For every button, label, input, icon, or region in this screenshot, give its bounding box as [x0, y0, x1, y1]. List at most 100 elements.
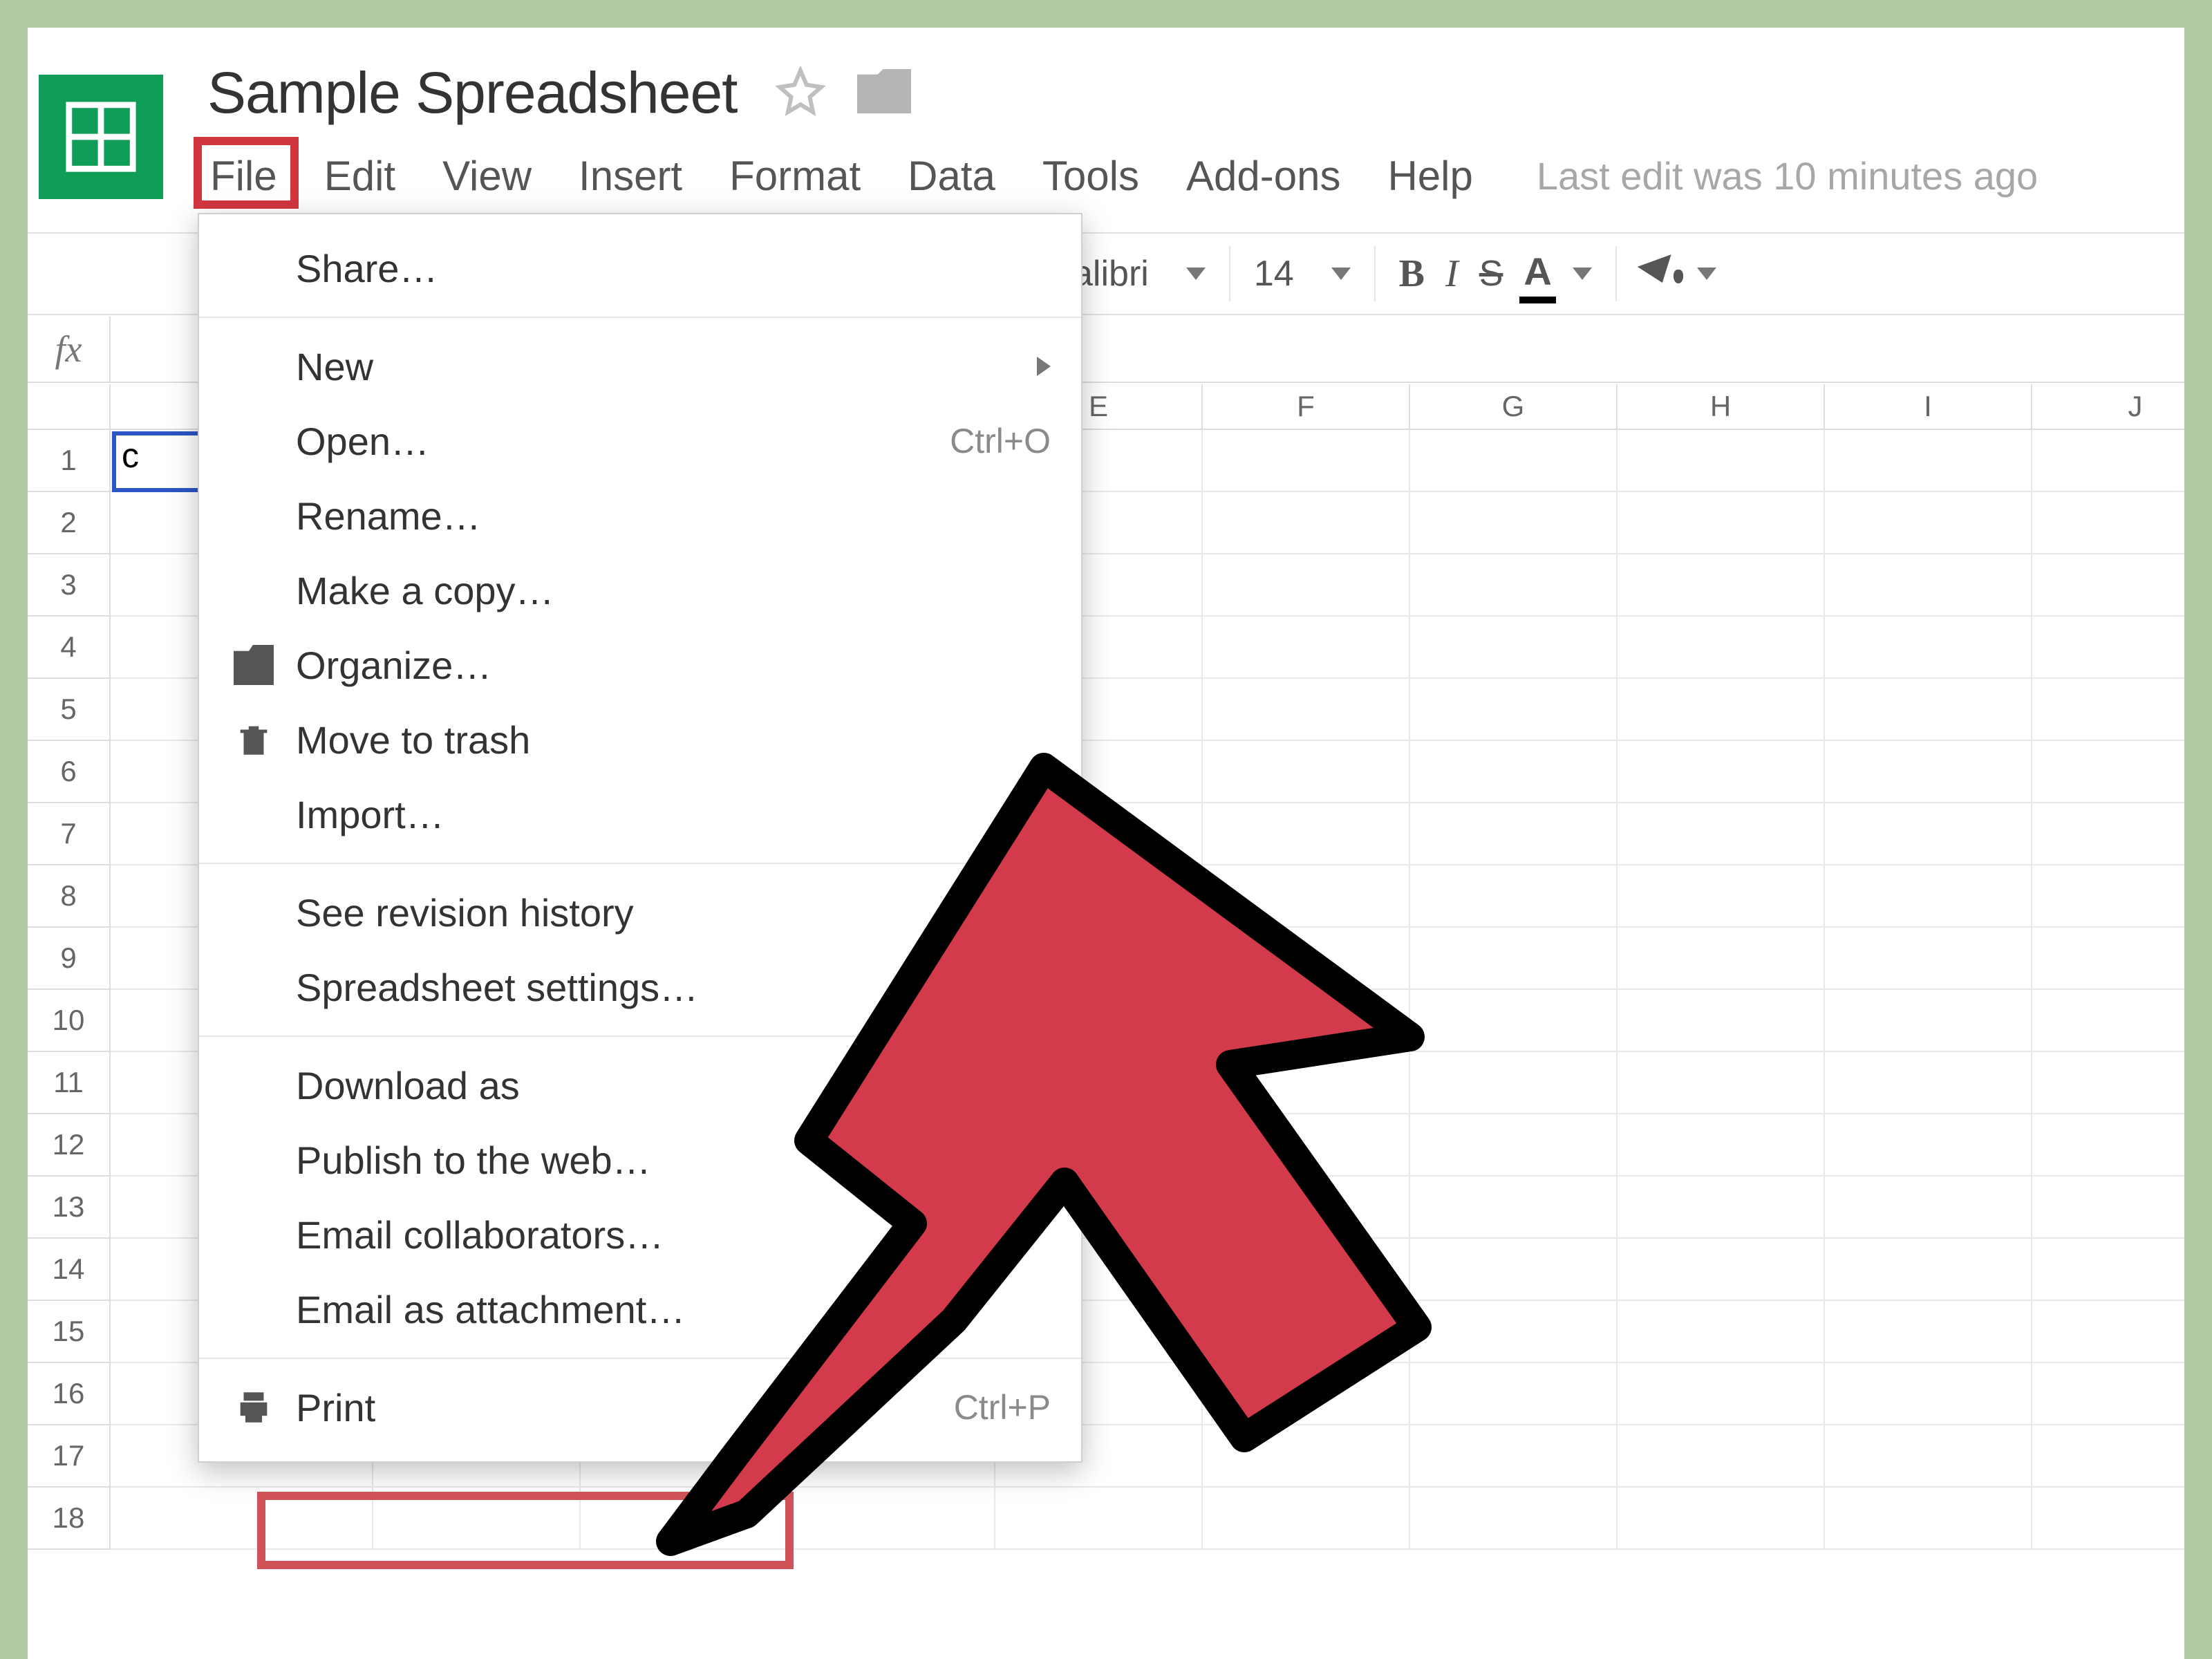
menu-item-print[interactable]: Print Ctrl+P	[199, 1370, 1081, 1445]
menu-format[interactable]: Format	[718, 145, 872, 207]
cell[interactable]	[1825, 1488, 2032, 1550]
column-header[interactable]: J	[2032, 384, 2184, 430]
cell[interactable]	[1618, 1425, 1825, 1488]
text-color-button[interactable]: A	[1524, 249, 1551, 299]
menu-item-import[interactable]: Import…	[199, 777, 1081, 852]
cell[interactable]	[1410, 928, 1618, 990]
cell[interactable]	[1203, 554, 1410, 617]
row-header[interactable]: 16	[28, 1363, 111, 1425]
cell[interactable]	[1410, 1363, 1618, 1425]
cell[interactable]	[2032, 1301, 2184, 1363]
cell[interactable]	[2032, 679, 2184, 741]
row-header[interactable]: 2	[28, 492, 111, 554]
menu-item-revision-history[interactable]: See revision history Ctrl+Alt	[199, 875, 1081, 950]
cell[interactable]	[1825, 679, 2032, 741]
cell[interactable]	[1203, 1052, 1410, 1114]
cell[interactable]	[1410, 679, 1618, 741]
cell[interactable]	[1203, 803, 1410, 865]
row-header[interactable]: 17	[28, 1425, 111, 1488]
menu-help[interactable]: Help	[1376, 145, 1483, 207]
menu-item-download-as[interactable]: Download as	[199, 1048, 1081, 1123]
cell[interactable]	[788, 1488, 995, 1550]
cell[interactable]	[1410, 430, 1618, 492]
cell[interactable]	[2032, 1239, 2184, 1301]
cell[interactable]	[1410, 1239, 1618, 1301]
italic-button[interactable]: I	[1445, 252, 1459, 296]
menu-addons[interactable]: Add-ons	[1175, 145, 1351, 207]
cell[interactable]	[1825, 617, 2032, 679]
row-header[interactable]: 12	[28, 1114, 111, 1177]
cell[interactable]	[1825, 492, 2032, 554]
cell[interactable]	[1618, 554, 1825, 617]
menu-file[interactable]: File	[199, 145, 288, 207]
cell[interactable]	[1203, 679, 1410, 741]
menu-tools[interactable]: Tools	[1031, 145, 1150, 207]
row-header[interactable]: 11	[28, 1052, 111, 1114]
cell[interactable]	[1410, 1114, 1618, 1177]
cell[interactable]	[1825, 741, 2032, 803]
cell[interactable]	[1825, 1052, 2032, 1114]
menu-data[interactable]: Data	[897, 145, 1006, 207]
font-size-select[interactable]: 14	[1239, 253, 1366, 294]
sheets-logo[interactable]	[39, 75, 163, 199]
menu-item-new[interactable]: New	[199, 329, 1081, 404]
row-header[interactable]: 9	[28, 928, 111, 990]
cell[interactable]	[1618, 1114, 1825, 1177]
cell[interactable]	[581, 1488, 788, 1550]
cell[interactable]	[1203, 492, 1410, 554]
cell[interactable]	[1825, 990, 2032, 1052]
cell[interactable]	[2032, 554, 2184, 617]
cell[interactable]	[2032, 865, 2184, 928]
cell[interactable]	[1618, 1301, 1825, 1363]
cell[interactable]	[1825, 1301, 2032, 1363]
fill-color-button[interactable]	[1640, 256, 1676, 292]
cell[interactable]	[1410, 990, 1618, 1052]
cell[interactable]	[1825, 1425, 2032, 1488]
menu-item-rename[interactable]: Rename…	[199, 478, 1081, 553]
menu-insert[interactable]: Insert	[568, 145, 693, 207]
menu-view[interactable]: View	[431, 145, 543, 207]
cell[interactable]	[1203, 1239, 1410, 1301]
cell[interactable]	[1203, 990, 1410, 1052]
cell[interactable]	[1203, 865, 1410, 928]
row-header[interactable]: 18	[28, 1488, 111, 1550]
cell[interactable]	[1618, 617, 1825, 679]
cell[interactable]	[2032, 617, 2184, 679]
cell[interactable]	[2032, 1488, 2184, 1550]
cell[interactable]	[1410, 741, 1618, 803]
cell[interactable]	[1203, 1488, 1410, 1550]
cell[interactable]	[1618, 1052, 1825, 1114]
document-title[interactable]: Sample Spreadsheet	[207, 59, 738, 126]
cell[interactable]	[1618, 1363, 1825, 1425]
menu-item-spreadsheet-settings[interactable]: Spreadsheet settings…	[199, 950, 1081, 1024]
cell[interactable]	[1203, 1114, 1410, 1177]
cell[interactable]	[1618, 741, 1825, 803]
menu-item-organize[interactable]: Organize…	[199, 628, 1081, 702]
cell[interactable]	[1618, 679, 1825, 741]
column-header[interactable]: H	[1618, 384, 1825, 430]
cell[interactable]	[2032, 1177, 2184, 1239]
cell[interactable]	[1410, 1301, 1618, 1363]
menu-item-publish[interactable]: Publish to the web…	[199, 1123, 1081, 1197]
star-icon[interactable]	[776, 66, 825, 116]
cell[interactable]	[1618, 803, 1825, 865]
menu-item-open[interactable]: Open… Ctrl+O	[199, 404, 1081, 478]
cell[interactable]	[1825, 430, 2032, 492]
row-header[interactable]: 1	[28, 430, 111, 492]
cell[interactable]	[1825, 1177, 2032, 1239]
menu-item-email-collaborators[interactable]: Email collaborators…	[199, 1197, 1081, 1272]
row-header[interactable]: 3	[28, 554, 111, 617]
cell[interactable]	[1410, 803, 1618, 865]
cell[interactable]	[2032, 741, 2184, 803]
menu-item-email-as-attachment[interactable]: Email as attachment…	[199, 1272, 1081, 1347]
row-header[interactable]: 13	[28, 1177, 111, 1239]
cell[interactable]	[1410, 865, 1618, 928]
cell[interactable]	[111, 1488, 373, 1550]
row-header[interactable]: 15	[28, 1301, 111, 1363]
menu-item-make-copy[interactable]: Make a copy…	[199, 553, 1081, 628]
cell[interactable]	[1825, 928, 2032, 990]
cell[interactable]	[1825, 554, 2032, 617]
cell[interactable]	[995, 1488, 1203, 1550]
cell[interactable]	[1618, 1488, 1825, 1550]
row-header[interactable]: 5	[28, 679, 111, 741]
